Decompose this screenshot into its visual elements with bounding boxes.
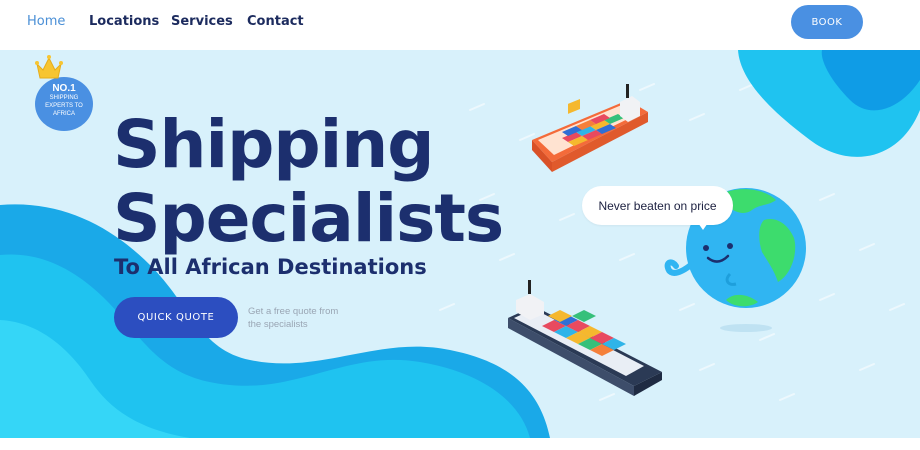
speech-bubble: Never beaten on price <box>582 186 733 225</box>
hero-title-line2: Specialists <box>113 180 504 257</box>
badge-rank: NO.1 <box>52 83 76 94</box>
top-nav: Home Locations Services Contact BOOK <box>0 0 920 50</box>
hero-subtitle: To All African Destinations <box>114 255 427 279</box>
quick-quote-note: Get a free quote from the specialists <box>248 306 339 330</box>
nav-link-services[interactable]: Services <box>171 14 233 29</box>
badge-text: SHIPPING EXPERTS TO AFRICA <box>45 95 83 117</box>
nav-link-home[interactable]: Home <box>27 14 65 29</box>
cargo-ship-orange-illustration <box>532 84 648 172</box>
quick-quote-button[interactable]: QUICK QUOTE <box>114 297 238 338</box>
speech-bubble-tail <box>696 220 710 230</box>
no1-badge: NO.1 SHIPPING EXPERTS TO AFRICA <box>35 77 93 131</box>
book-button[interactable]: BOOK <box>791 5 863 39</box>
nav-link-contact[interactable]: Contact <box>247 14 304 29</box>
nav-link-locations[interactable]: Locations <box>89 14 159 29</box>
cargo-ship-dark-illustration <box>508 280 662 396</box>
hero-title-line1: Shipping <box>113 106 434 183</box>
crown-icon <box>35 55 63 79</box>
hero-section: Never beaten on price Shipping Specialis… <box>0 50 920 438</box>
